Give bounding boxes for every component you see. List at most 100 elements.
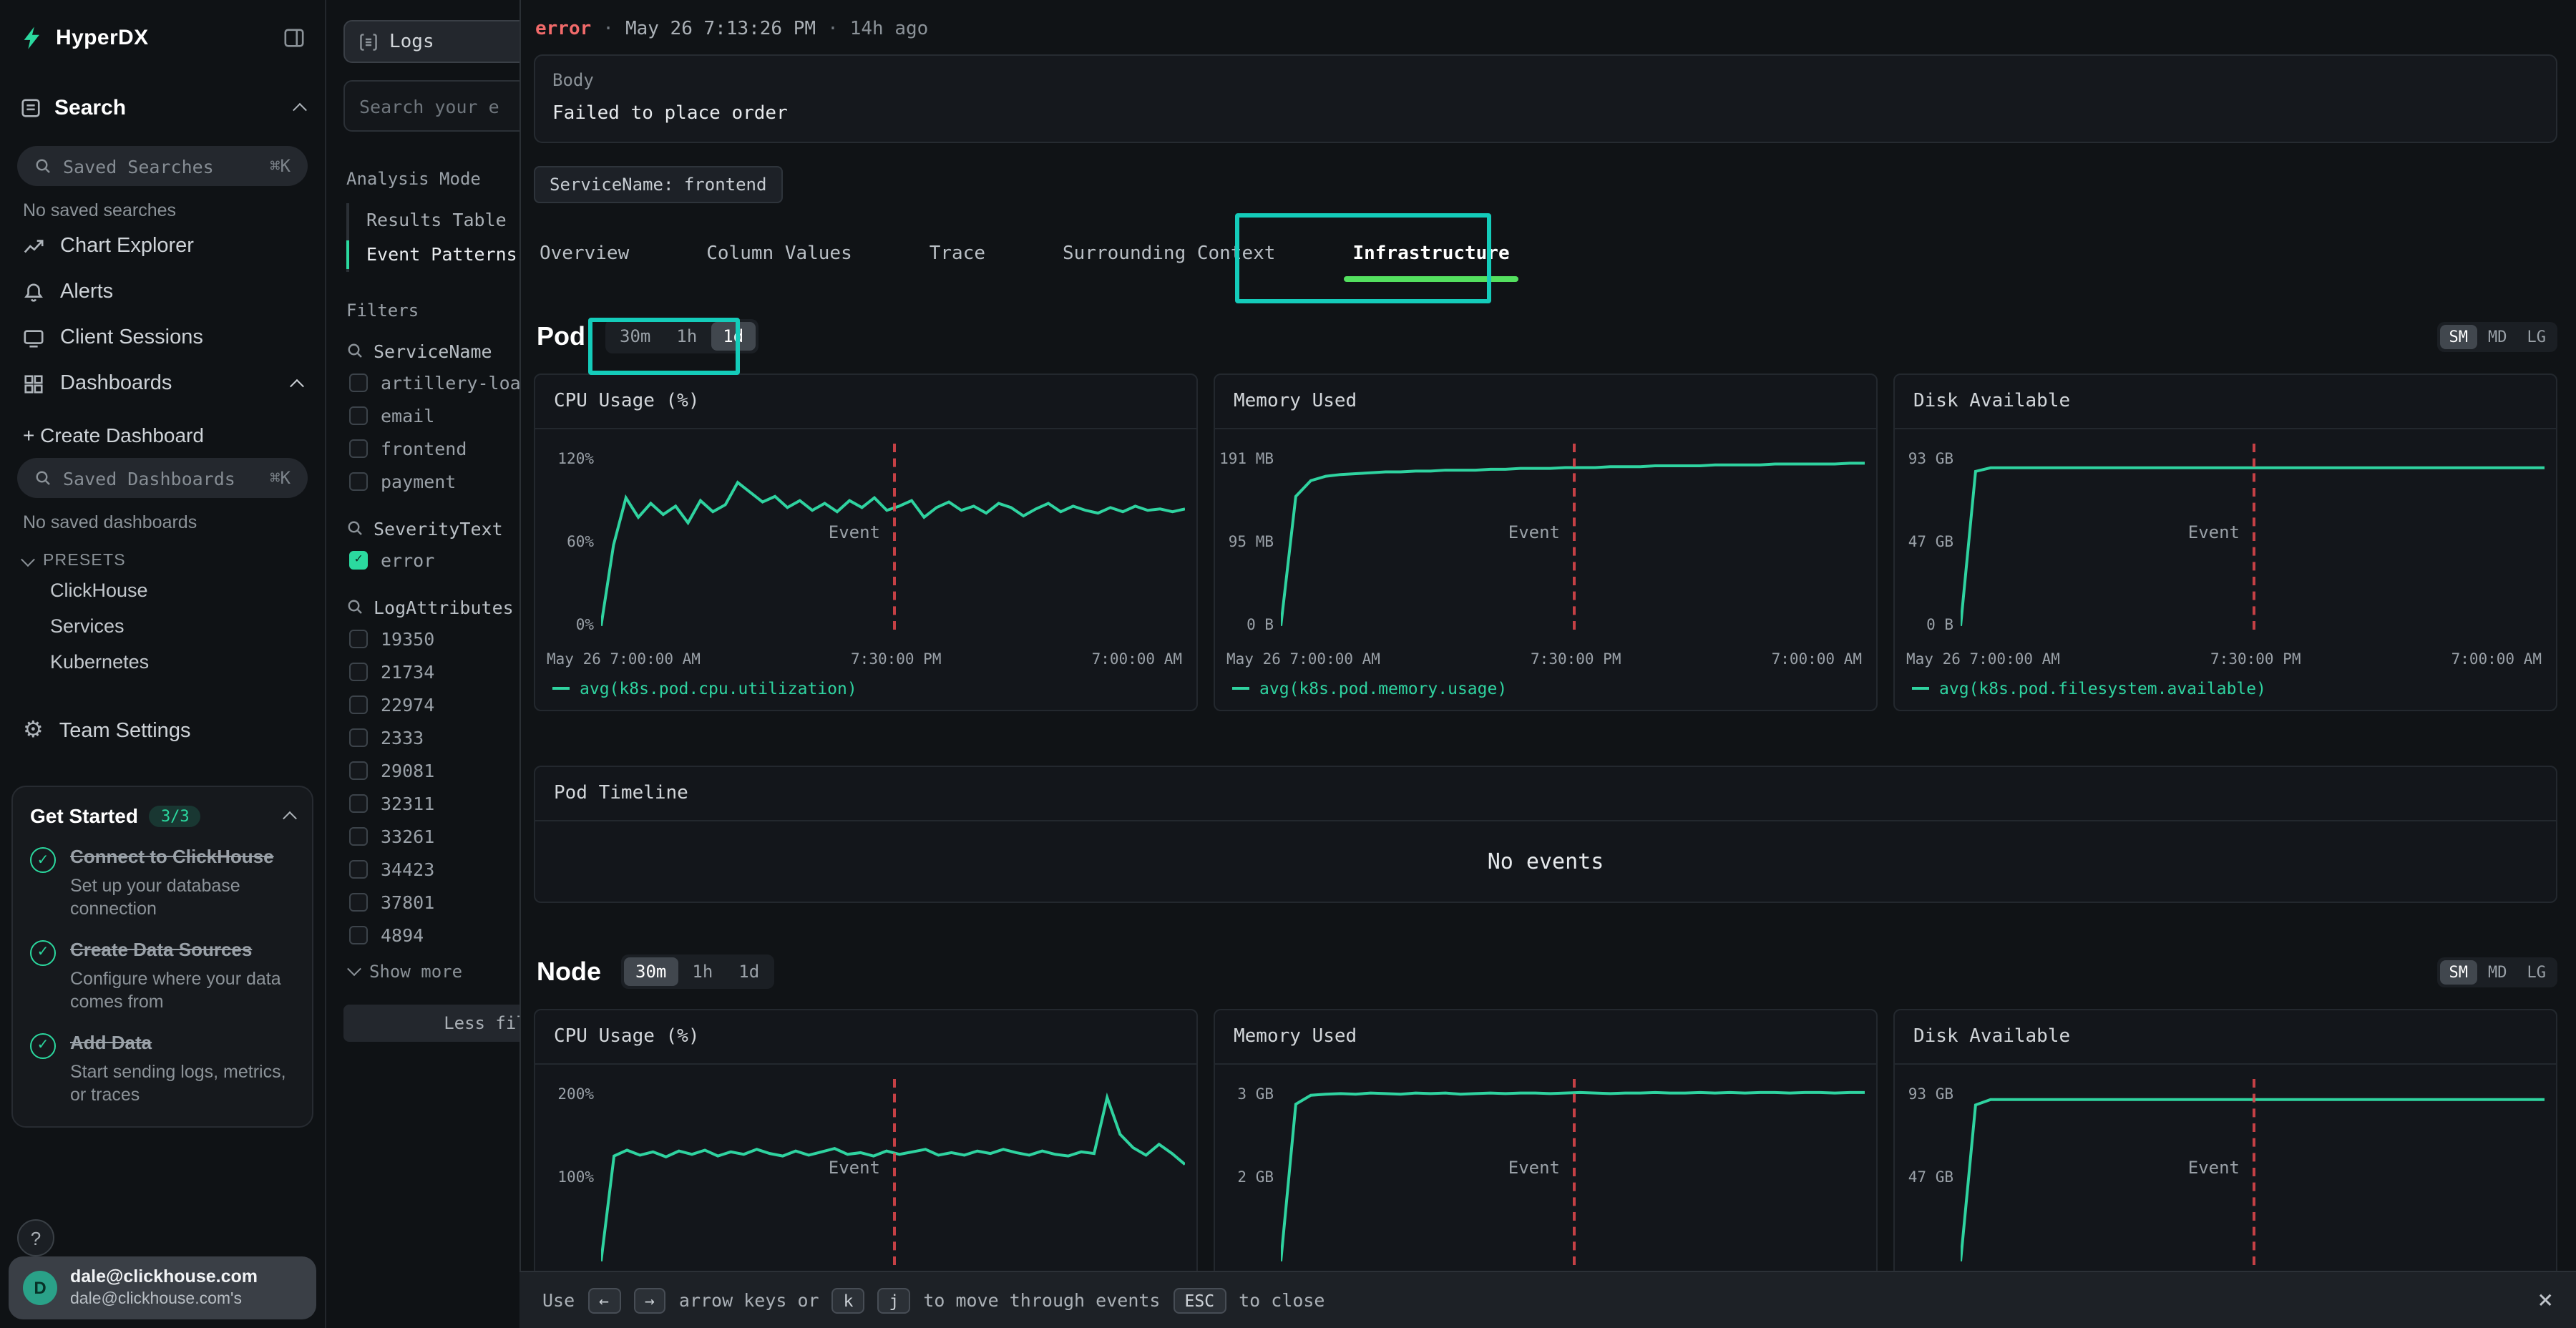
- nav-label: Dashboards: [60, 372, 172, 395]
- node-time-range-control: 30m1h1d: [621, 954, 774, 989]
- checkbox[interactable]: [349, 761, 368, 779]
- checkbox[interactable]: [349, 826, 368, 845]
- sidebar-item-dashboards[interactable]: Dashboards: [0, 361, 325, 406]
- close-icon[interactable]: ×: [2537, 1287, 2553, 1313]
- pod-size-lg[interactable]: LG: [2519, 324, 2555, 348]
- checkbox[interactable]: [349, 925, 368, 944]
- body-value: Failed to place order: [552, 103, 2539, 125]
- filter-option-label: frontend: [381, 437, 467, 459]
- right-arrow-key: →: [633, 1287, 666, 1313]
- filter-option-label: 37801: [381, 891, 434, 912]
- preset-kubernetes[interactable]: Kubernetes: [0, 644, 325, 680]
- y-axis-tick: 95 MB: [1229, 534, 1274, 551]
- get-started-header[interactable]: Get Started 3/3: [30, 804, 295, 827]
- bell-icon: [23, 281, 44, 303]
- checkbox[interactable]: [349, 439, 368, 457]
- search-icon: [346, 342, 364, 359]
- service-name-tag[interactable]: ServiceName: frontend: [534, 166, 782, 203]
- saved-searches-input[interactable]: [63, 155, 258, 177]
- sidebar-item-search[interactable]: Search: [0, 79, 325, 137]
- node-section-title: Node: [537, 957, 601, 987]
- grid-icon: [23, 373, 44, 394]
- tab-overview[interactable]: Overview: [534, 229, 635, 282]
- pod-range-30m[interactable]: 30m: [608, 322, 662, 351]
- hint-text: arrow keys or: [679, 1289, 819, 1311]
- y-axis-tick: 120%: [557, 450, 594, 467]
- y-axis-tick: 47 GB: [1908, 1169, 1953, 1186]
- sidebar-item-client-sessions[interactable]: Client Sessions: [0, 315, 325, 361]
- help-button[interactable]: ?: [17, 1219, 54, 1256]
- sidebar-item-chart-explorer[interactable]: Chart Explorer: [0, 223, 325, 269]
- pod-timeline-empty: No events: [535, 821, 2556, 902]
- filter-option-label: payment: [381, 470, 456, 492]
- node-range-1d[interactable]: 1d: [727, 957, 771, 986]
- pod-range-1h[interactable]: 1h: [665, 322, 708, 351]
- sidebar-item-team-settings[interactable]: ⚙ Team Settings: [0, 708, 325, 754]
- create-dashboard-button[interactable]: + Create Dashboard: [0, 406, 325, 449]
- checkbox[interactable]: [349, 728, 368, 746]
- node-size-lg[interactable]: LG: [2519, 960, 2555, 984]
- checkbox[interactable]: [349, 695, 368, 713]
- y-axis-tick: 3 GB: [1237, 1085, 1274, 1103]
- checkbox[interactable]: [349, 629, 368, 648]
- checkbox[interactable]: [349, 472, 368, 490]
- preset-services[interactable]: Services: [0, 608, 325, 644]
- search-section-icon: [20, 97, 42, 119]
- presets-label: PRESETS: [43, 552, 126, 570]
- sidebar-header: HyperDX: [0, 0, 325, 59]
- legend-line-swatch: [552, 687, 570, 690]
- sidebar-item-alerts[interactable]: Alerts: [0, 269, 325, 315]
- body-label: Body: [552, 70, 2539, 90]
- legend-line-swatch: [1232, 687, 1249, 690]
- checkbox[interactable]: ✓: [349, 550, 368, 569]
- chart-title: CPU Usage (%): [535, 1010, 1196, 1065]
- tab-infrastructure[interactable]: Infrastructure: [1347, 229, 1515, 282]
- search-icon: [34, 469, 52, 487]
- logs-icon: [359, 32, 378, 51]
- checkbox[interactable]: [349, 406, 368, 424]
- monitor-icon: [23, 327, 44, 348]
- chevron-up-icon[interactable]: [283, 811, 297, 825]
- checkbox[interactable]: [349, 892, 368, 911]
- tab-column-values[interactable]: Column Values: [701, 229, 858, 282]
- filter-option-label: 19350: [381, 628, 434, 649]
- filter-group-name: SeverityText: [374, 517, 503, 539]
- presets-toggle[interactable]: PRESETS: [0, 535, 325, 572]
- collapse-sidebar-icon[interactable]: [283, 27, 305, 49]
- y-axis-tick: 2 GB: [1237, 1169, 1274, 1186]
- pod-range-1d[interactable]: 1d: [711, 322, 755, 351]
- preset-clickhouse[interactable]: ClickHouse: [0, 572, 325, 608]
- filter-option-label: 4894: [381, 924, 424, 945]
- tab-trace[interactable]: Trace: [924, 229, 991, 282]
- chart-panel-pod-memory: Memory Used191 MB95 MB0 BEventMay 26 7:0…: [1214, 374, 1878, 711]
- x-axis-tick: 7:00:00 AM: [1772, 651, 1862, 668]
- node-size-sm[interactable]: SM: [2441, 960, 2477, 984]
- pod-size-md[interactable]: MD: [2479, 324, 2516, 348]
- pod-timeline-title: Pod Timeline: [535, 767, 2556, 821]
- checkbox[interactable]: [349, 373, 368, 391]
- sidebar: HyperDX Search ⌘K No saved searches Cha: [0, 0, 326, 1328]
- pod-size-control: SMMDLG: [2438, 321, 2558, 351]
- user-menu[interactable]: D dale@clickhouse.com dale@clickhouse.co…: [9, 1256, 316, 1319]
- chart-panel-pod-cpu: CPU Usage (%)120%60%0%EventMay 26 7:00:0…: [534, 374, 1198, 711]
- show-more-label: Show more: [369, 961, 462, 981]
- tab-surrounding-context[interactable]: Surrounding Context: [1057, 229, 1281, 282]
- chart-legend: avg(k8s.pod.cpu.utilization): [535, 668, 1196, 710]
- chevron-up-icon[interactable]: [293, 103, 307, 117]
- event-detail-drawer: error · May 26 7:13:26 PM · 14h ago Body…: [519, 0, 2576, 1328]
- filter-option-label: error: [381, 549, 434, 570]
- checkbox[interactable]: [349, 662, 368, 680]
- chart-panel-pod-disk: Disk Available93 GB47 GB0 BEventMay 26 7…: [1893, 374, 2557, 711]
- node-range-1h[interactable]: 1h: [680, 957, 724, 986]
- nav-label: Team Settings: [59, 720, 191, 743]
- pod-size-sm[interactable]: SM: [2441, 324, 2477, 348]
- node-range-30m[interactable]: 30m: [624, 957, 678, 986]
- checkbox[interactable]: [349, 794, 368, 812]
- chart-title: Memory Used: [1215, 375, 1876, 429]
- chevron-up-icon[interactable]: [290, 379, 304, 393]
- saved-searches-input-wrap[interactable]: ⌘K: [17, 146, 308, 186]
- saved-dashboards-input[interactable]: [63, 467, 258, 489]
- checkbox[interactable]: [349, 859, 368, 878]
- node-size-md[interactable]: MD: [2479, 960, 2516, 984]
- saved-dashboards-input-wrap[interactable]: ⌘K: [17, 458, 308, 498]
